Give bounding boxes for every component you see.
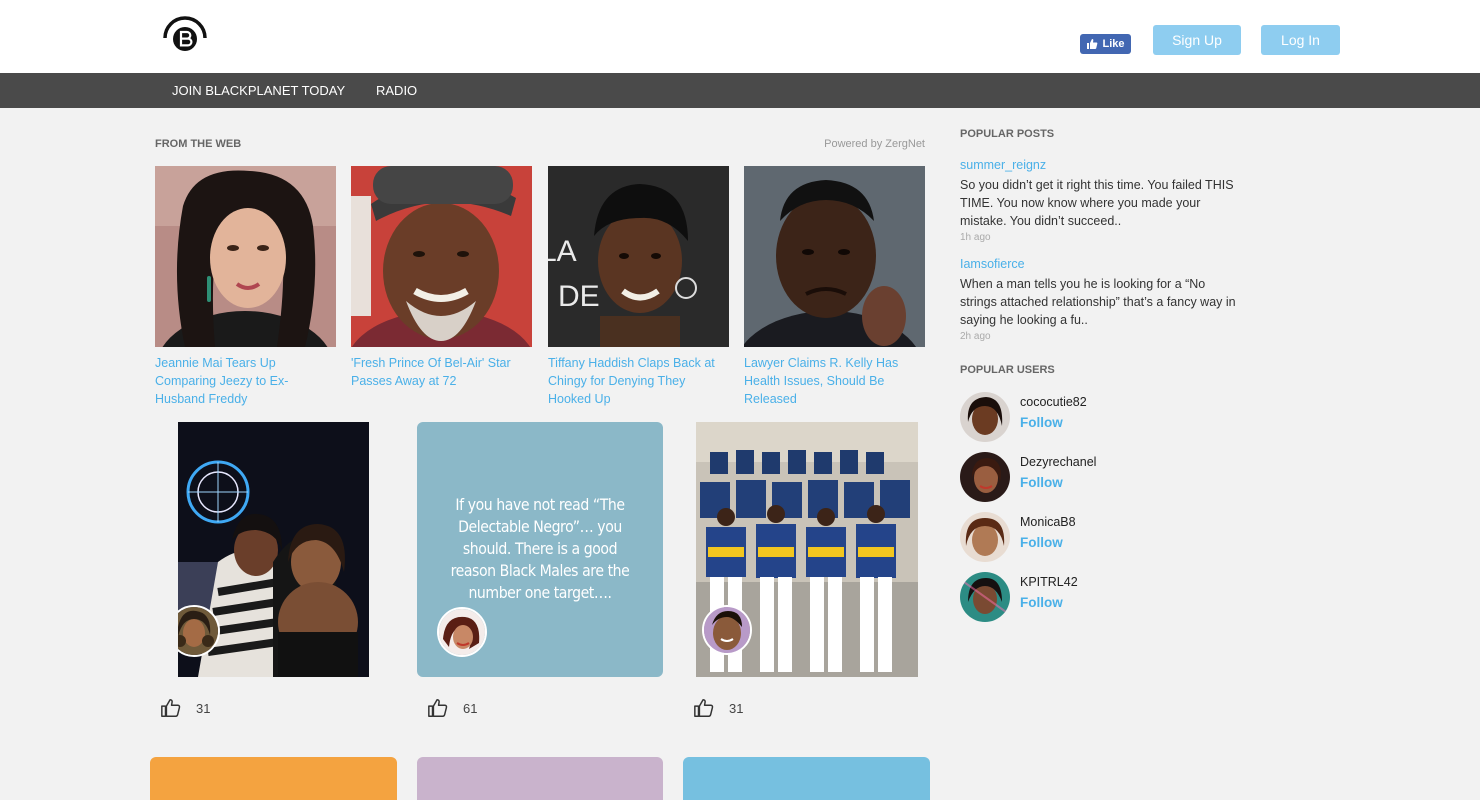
user-avatar[interactable] (960, 392, 1010, 442)
popular-users-heading: POPULAR USERS (960, 364, 1055, 376)
user-avatar[interactable] (960, 452, 1010, 502)
from-the-web-heading: FROM THE WEB (155, 138, 242, 150)
popular-post-time: 2h ago (960, 331, 991, 342)
post-like-button[interactable]: 31 (693, 696, 743, 720)
svg-text:LA: LA (548, 235, 577, 268)
quote-post-text[interactable]: If you have not read “The Delectable Neg… (446, 494, 634, 604)
popular-user-item: MonicaB8 Follow (960, 512, 1260, 564)
nav-join-link[interactable]: JOIN BLACKPLANET TODAY (172, 73, 345, 108)
follow-button[interactable]: Follow (1020, 535, 1063, 550)
post-like-button[interactable]: 61 (427, 696, 477, 720)
post-author-avatar[interactable] (702, 605, 752, 655)
like-count: 31 (729, 700, 744, 716)
post-author-avatar[interactable] (437, 607, 487, 657)
post-card[interactable] (417, 757, 663, 800)
thumbs-up-icon (161, 699, 181, 717)
popular-user-item: KPITRL42 Follow (960, 572, 1260, 624)
quote-post-card[interactable]: If you have not read “The Delectable Neg… (417, 422, 663, 677)
follow-button[interactable]: Follow (1020, 475, 1063, 490)
user-name[interactable]: MonicaB8 (1020, 515, 1076, 529)
facebook-like-button[interactable]: Like (1080, 34, 1131, 54)
post-like-button[interactable]: 31 (160, 696, 210, 720)
popular-user-item: cococutie82 Follow (960, 392, 1260, 444)
log-in-button[interactable]: Log In (1261, 25, 1340, 55)
follow-button[interactable]: Follow (1020, 415, 1063, 430)
popular-post-user[interactable]: summer_reignz (960, 158, 1046, 172)
popular-user-item: Dezyrechanel Follow (960, 452, 1260, 504)
photo-post-card[interactable] (696, 422, 918, 677)
user-name[interactable]: KPITRL42 (1020, 575, 1078, 589)
web-story-card[interactable]: Jeannie Mai Tears Up Comparing Jeezy to … (155, 166, 336, 408)
web-story-image[interactable] (351, 166, 532, 347)
post-card[interactable] (683, 757, 930, 800)
user-name[interactable]: cococutie82 (1020, 395, 1087, 409)
main-nav: JOIN BLACKPLANET TODAY RADIO (0, 73, 1480, 108)
thumbs-up-icon (428, 699, 448, 717)
popular-post-user[interactable]: Iamsofierce (960, 257, 1025, 271)
like-count: 61 (463, 700, 478, 716)
post-card[interactable] (150, 757, 397, 800)
popular-post-text[interactable]: So you didn’t get it right this time. Yo… (960, 176, 1245, 230)
follow-button[interactable]: Follow (1020, 595, 1063, 610)
user-avatar[interactable] (960, 572, 1010, 622)
popular-post-text[interactable]: When a man tells you he is looking for a… (960, 275, 1245, 329)
popular-post-time: 1h ago (960, 232, 991, 243)
web-story-card[interactable]: LA DE Tiffany Haddish Claps Back at Chin… (548, 166, 729, 408)
user-name[interactable]: Dezyrechanel (1020, 455, 1096, 469)
svg-text:DE: DE (558, 280, 600, 313)
thumbs-up-icon (694, 699, 714, 717)
like-count: 31 (196, 700, 211, 716)
thumbs-up-icon (1087, 39, 1098, 49)
web-story-title[interactable]: Tiffany Haddish Claps Back at Chingy for… (548, 354, 729, 408)
web-story-image[interactable] (744, 166, 925, 347)
facebook-like-label: Like (1102, 38, 1125, 50)
user-avatar[interactable] (960, 512, 1010, 562)
web-story-title[interactable]: Jeannie Mai Tears Up Comparing Jeezy to … (155, 354, 336, 408)
sign-up-button[interactable]: Sign Up (1153, 25, 1241, 55)
blackplanet-logo[interactable] (162, 16, 208, 54)
web-story-card[interactable]: 'Fresh Prince Of Bel-Air' Star Passes Aw… (351, 166, 532, 390)
nav-radio-link[interactable]: RADIO (376, 73, 417, 108)
web-story-image[interactable]: LA DE (548, 166, 729, 347)
photo-post-card[interactable] (178, 422, 369, 677)
popular-posts-heading: POPULAR POSTS (960, 128, 1055, 140)
web-story-card[interactable]: Lawyer Claims R. Kelly Has Health Issues… (744, 166, 925, 408)
web-story-title[interactable]: Lawyer Claims R. Kelly Has Health Issues… (744, 354, 925, 408)
web-story-image[interactable] (155, 166, 336, 347)
top-bar: Like Sign Up Log In (0, 0, 1480, 73)
powered-by-label[interactable]: Powered by ZergNet (824, 138, 925, 150)
web-story-title[interactable]: 'Fresh Prince Of Bel-Air' Star Passes Aw… (351, 354, 532, 390)
